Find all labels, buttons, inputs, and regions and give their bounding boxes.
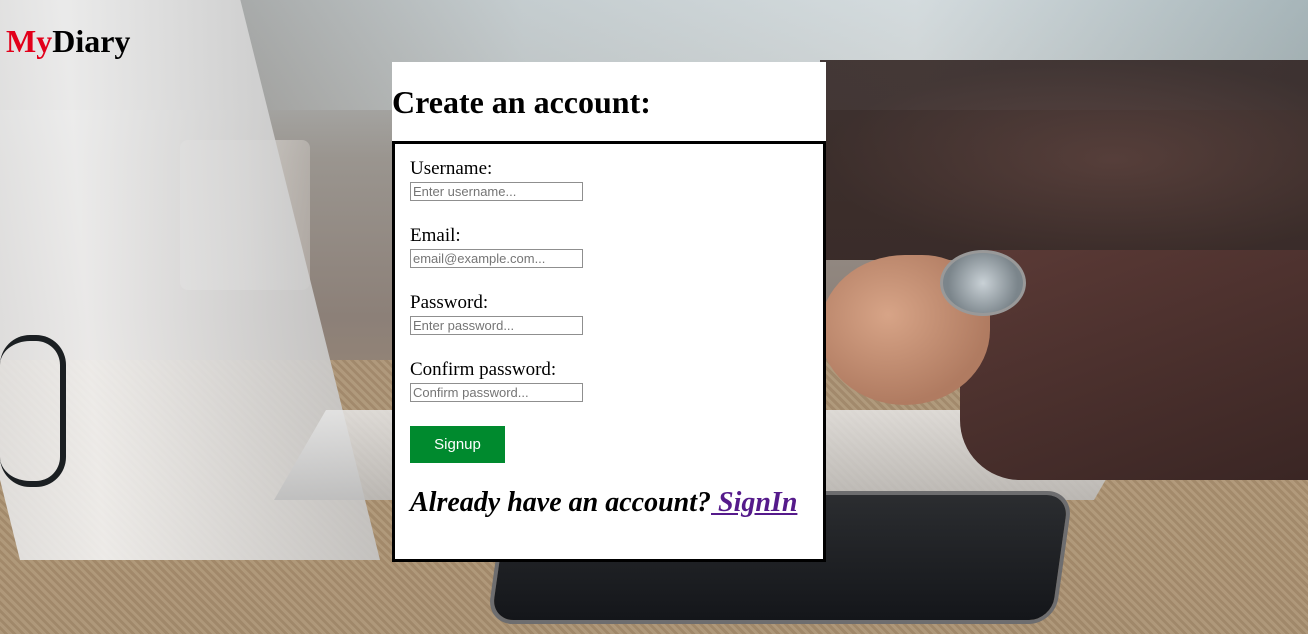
signup-card: Create an account: Username: Email: Pass… (392, 62, 826, 562)
logo-part-my: My (6, 23, 53, 59)
page-title: Create an account: (392, 84, 651, 120)
email-input[interactable] (410, 249, 583, 268)
signup-button[interactable]: Signup (410, 426, 505, 463)
background-glasses (0, 335, 66, 487)
signin-link[interactable]: SignIn (711, 487, 797, 518)
logo-part-diary: Diary (52, 23, 131, 59)
signup-form: Username: Email: Password: Confirm passw… (392, 141, 826, 562)
password-field-group: Password: (410, 292, 583, 335)
username-input[interactable] (410, 182, 583, 201)
background-arm (820, 60, 1308, 260)
username-field-group: Username: (410, 158, 583, 201)
confirm-password-input[interactable] (410, 383, 583, 402)
password-input[interactable] (410, 316, 583, 335)
confirm-password-label: Confirm password: (410, 359, 557, 380)
background-watch (940, 250, 1026, 316)
confirm-password-field-group: Confirm password: (410, 359, 583, 402)
password-label: Password: (410, 292, 489, 313)
signin-prompt: Already have an account? SignIn (410, 486, 797, 520)
email-label: Email: (410, 225, 461, 246)
site-logo[interactable]: MyDiary (6, 22, 130, 60)
username-label: Username: (410, 158, 493, 179)
email-field-group: Email: (410, 225, 583, 268)
signin-prompt-text: Already have an account? (410, 487, 711, 518)
